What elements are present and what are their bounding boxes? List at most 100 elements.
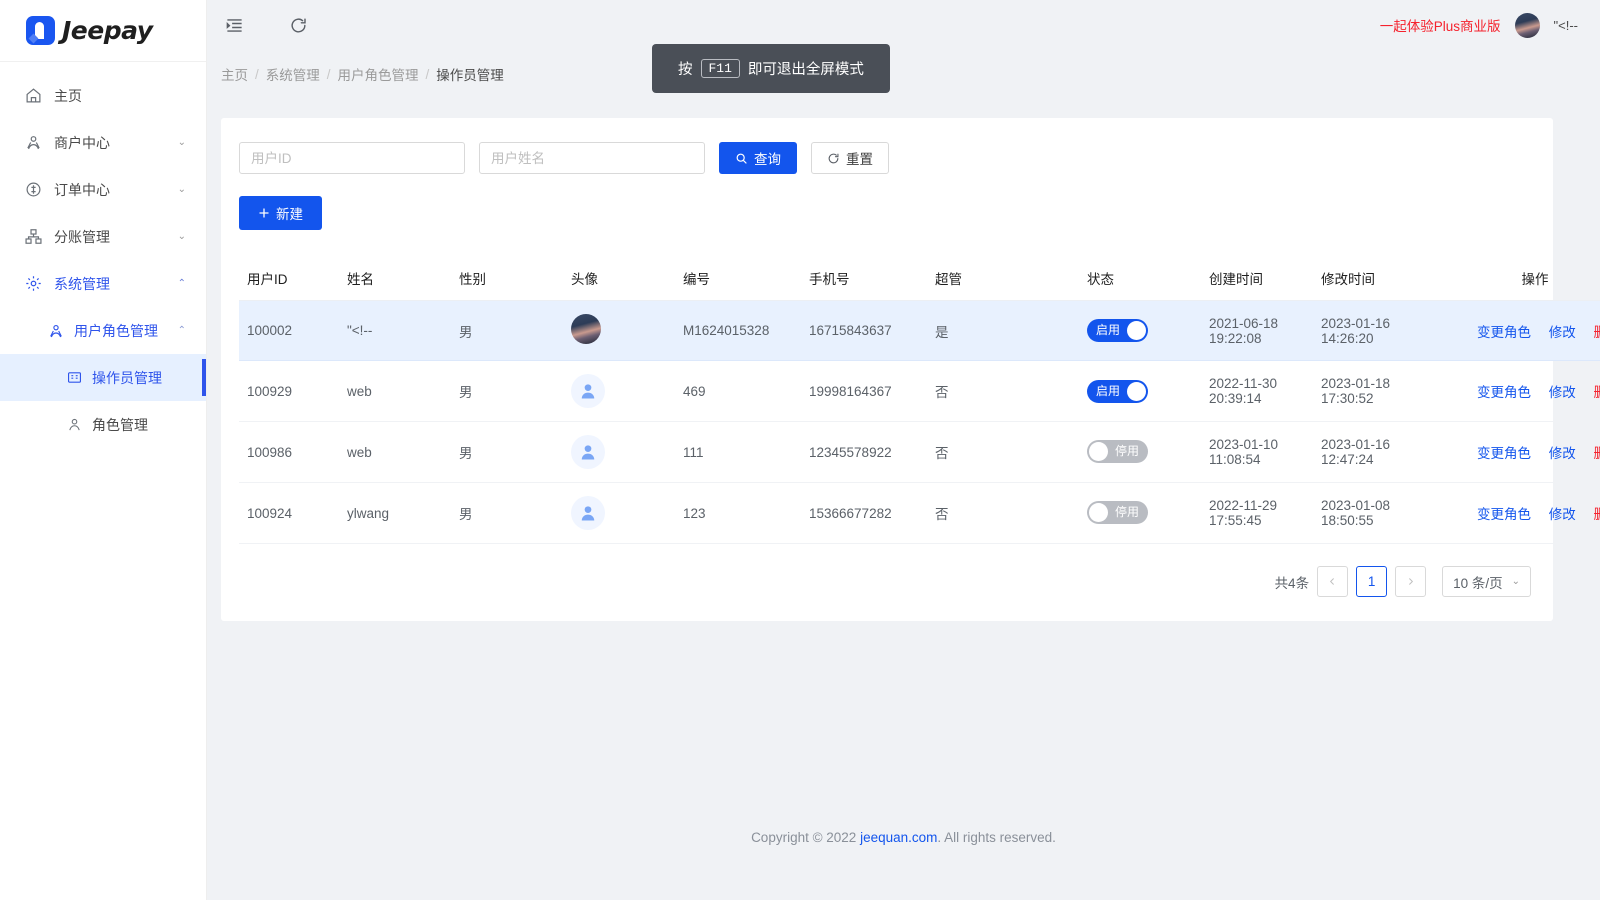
sidebar-item-system[interactable]: 系统管理 ⌃ <box>0 260 206 307</box>
cell-number: 469 <box>675 361 801 422</box>
plus-icon <box>258 207 270 219</box>
change-role-link[interactable]: 变更角色 <box>1477 385 1531 400</box>
footer-prefix: Copyright © 2022 <box>751 830 860 845</box>
sidebar-subitem-user-role[interactable]: 用户角色管理 ⌃ <box>0 307 206 354</box>
status-toggle[interactable]: 停用 <box>1087 440 1148 463</box>
col-number: 编号 <box>675 256 801 301</box>
edit-link[interactable]: 修改 <box>1549 325 1576 340</box>
cell-sex: 男 <box>451 301 563 361</box>
cell-super-admin: 是 <box>927 301 1079 361</box>
sidebar-item-home[interactable]: 主页 <box>0 72 206 119</box>
edit-link[interactable]: 修改 <box>1549 507 1576 522</box>
chevron-down-icon: ⌄ <box>178 138 186 148</box>
query-button[interactable]: 查询 <box>719 142 797 174</box>
delete-link[interactable]: 删除 <box>1594 507 1600 522</box>
col-modified-time: 修改时间 <box>1313 256 1455 301</box>
search-input-user-name[interactable] <box>479 142 705 174</box>
modified-time: 17:30:52 <box>1321 391 1447 406</box>
sidebar-subitem-label: 用户角色管理 <box>74 321 178 341</box>
chevron-up-icon: ⌃ <box>178 326 186 336</box>
delete-link[interactable]: 删除 <box>1594 446 1600 461</box>
status-toggle-label: 启用 <box>1089 382 1127 401</box>
modified-date: 2023-01-18 <box>1321 376 1447 391</box>
tooltip-suffix: 即可退出全屏模式 <box>748 58 864 79</box>
breadcrumb-item-2[interactable]: 用户角色管理 <box>338 64 419 84</box>
cell-sex: 男 <box>451 422 563 483</box>
col-user-id: 用户ID <box>239 256 339 301</box>
breadcrumb-item-1[interactable]: 系统管理 <box>266 64 320 84</box>
cell-name: web <box>339 361 451 422</box>
cell-modified-time: 2023-01-08 18:50:55 <box>1313 483 1455 544</box>
search-input-user-id[interactable] <box>239 142 465 174</box>
change-role-link[interactable]: 变更角色 <box>1477 325 1531 340</box>
delete-link[interactable]: 删除 <box>1594 385 1600 400</box>
change-role-link[interactable]: 变更角色 <box>1477 446 1531 461</box>
pagination-next-button[interactable] <box>1395 566 1426 597</box>
pagination-prev-button[interactable] <box>1317 566 1348 597</box>
row-avatar-placeholder <box>571 435 605 469</box>
cell-user-id: 100002 <box>239 301 339 361</box>
breadcrumb-item-3: 操作员管理 <box>436 64 504 84</box>
pagination-page-1[interactable]: 1 <box>1356 566 1387 597</box>
sidebar-item-merchant[interactable]: 商户中心 ⌄ <box>0 119 206 166</box>
jeepay-logo-icon <box>26 16 55 45</box>
cell-modified-time: 2023-01-16 12:47:24 <box>1313 422 1455 483</box>
app-root: Jeepay 主页 商户中心 ⌄ <box>0 0 1600 900</box>
table-row[interactable]: 100929 web 男 469 19998164367 否 <box>239 361 1600 422</box>
content-card: 查询 重置 新建 <box>221 118 1553 621</box>
chevron-down-icon: ⌄ <box>178 185 186 195</box>
status-toggle[interactable]: 停用 <box>1087 501 1148 524</box>
fullscreen-exit-tooltip: 按 F11 即可退出全屏模式 <box>652 44 890 93</box>
cell-number: M1624015328 <box>675 301 801 361</box>
menu-fold-icon[interactable] <box>221 12 247 38</box>
sidebar-item-label: 商户中心 <box>54 133 178 153</box>
cell-status: 停用 <box>1079 422 1201 483</box>
sidebar-item-label: 订单中心 <box>54 180 178 200</box>
user-role-icon <box>47 322 64 339</box>
table-row[interactable]: 100986 web 男 111 12345578922 否 <box>239 422 1600 483</box>
footer-suffix: . All rights reserved. <box>937 830 1056 845</box>
sidebar-item-order[interactable]: 订单中心 ⌄ <box>0 166 206 213</box>
created-time: 11:08:54 <box>1209 452 1305 467</box>
query-button-label: 查询 <box>754 148 781 168</box>
status-toggle[interactable]: 启用 <box>1087 319 1148 342</box>
status-toggle[interactable]: 启用 <box>1087 380 1148 403</box>
modified-time: 18:50:55 <box>1321 513 1447 528</box>
user-name-label[interactable]: "<!-- <box>1554 18 1578 33</box>
table-row[interactable]: 100002 "<!-- 男 M1624015328 16715843637 是… <box>239 301 1600 361</box>
delete-link[interactable]: 删除 <box>1594 325 1600 340</box>
user-avatar[interactable] <box>1515 13 1540 38</box>
page-size-selector[interactable]: 10 条/页 ⌄ <box>1442 566 1531 597</box>
new-button[interactable]: 新建 <box>239 196 322 230</box>
created-date: 2022-11-29 <box>1209 498 1305 513</box>
brand-name: Jeepay <box>62 16 153 45</box>
breadcrumb: 主页 / 系统管理 / 用户角色管理 / 操作员管理 <box>207 50 1600 84</box>
status-toggle-label: 停用 <box>1108 442 1146 461</box>
plus-commercial-link[interactable]: 一起体验Plus商业版 <box>1380 15 1501 35</box>
refresh-icon[interactable] <box>285 12 311 38</box>
edit-link[interactable]: 修改 <box>1549 446 1576 461</box>
created-time: 17:55:45 <box>1209 513 1305 528</box>
cell-name: web <box>339 422 451 483</box>
toggle-knob <box>1089 442 1108 461</box>
cell-super-admin: 否 <box>927 483 1079 544</box>
table-row[interactable]: 100924 ylwang 男 123 15366677282 否 <box>239 483 1600 544</box>
sidebar-item-operator-management[interactable]: 操作员管理 <box>0 354 206 401</box>
cell-phone: 16715843637 <box>801 301 927 361</box>
breadcrumb-item-0[interactable]: 主页 <box>221 64 248 84</box>
cell-avatar <box>563 483 675 544</box>
cell-created-time: 2022-11-30 20:39:14 <box>1201 361 1313 422</box>
cell-phone: 19998164367 <box>801 361 927 422</box>
created-time: 19:22:08 <box>1209 331 1305 346</box>
sidebar-item-ledger[interactable]: 分账管理 ⌄ <box>0 213 206 260</box>
sidebar-leaf-label: 角色管理 <box>92 415 148 435</box>
reset-button[interactable]: 重置 <box>811 142 889 174</box>
cell-status: 停用 <box>1079 483 1201 544</box>
footer-link[interactable]: jeequan.com <box>860 830 937 845</box>
edit-link[interactable]: 修改 <box>1549 385 1576 400</box>
cell-created-time: 2023-01-10 11:08:54 <box>1201 422 1313 483</box>
sidebar-item-role-management[interactable]: 角色管理 <box>0 401 206 448</box>
cell-number: 123 <box>675 483 801 544</box>
change-role-link[interactable]: 变更角色 <box>1477 507 1531 522</box>
brand-logo[interactable]: Jeepay <box>0 0 206 62</box>
